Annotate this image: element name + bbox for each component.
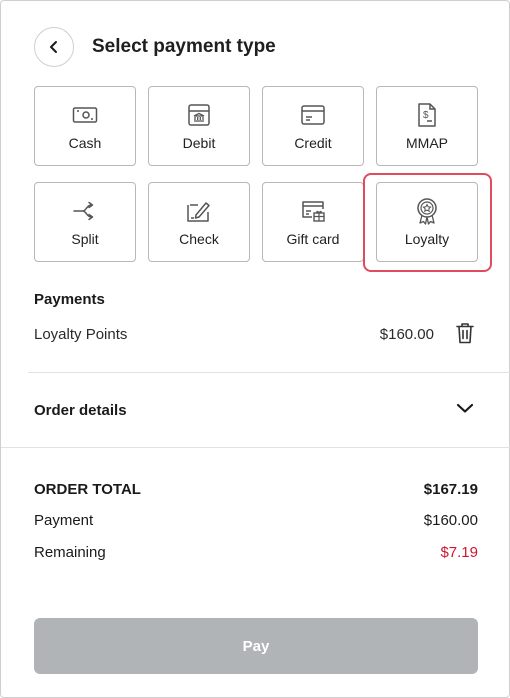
payment-type-label: Cash: [68, 135, 102, 151]
back-button[interactable]: [34, 27, 74, 67]
payment-type-grid: Cash Debit Credit $ MMAP Split Check Gif…: [34, 86, 492, 272]
divider: [28, 372, 510, 373]
payment-amount: $160.00: [379, 325, 434, 343]
bank-card-icon: [185, 101, 213, 129]
svg-text:$: $: [423, 110, 429, 121]
order-total-row: ORDER TOTAL $167.19: [34, 481, 478, 498]
payment-type-label: MMAP: [406, 135, 448, 151]
payment-name: Loyalty Points: [34, 325, 128, 343]
gift-card-icon: [299, 197, 327, 225]
header: Select payment type: [34, 27, 276, 67]
divider: [1, 447, 510, 448]
payment-row: Loyalty Points $160.00: [34, 321, 478, 347]
split-arrows-icon: [71, 197, 99, 225]
payment-total-row: Payment $160.00: [34, 512, 478, 529]
cash-icon: [71, 101, 99, 129]
payment-type-check[interactable]: Check: [148, 182, 250, 262]
remaining-value: $7.19: [440, 544, 478, 561]
payment-type-split[interactable]: Split: [34, 182, 136, 262]
pay-button[interactable]: Pay: [34, 618, 478, 674]
order-details-label: Order details: [34, 401, 127, 419]
check-pen-icon: [185, 197, 213, 225]
payment-type-cash[interactable]: Cash: [34, 86, 136, 166]
payment-type-loyalty[interactable]: Loyalty: [363, 173, 492, 272]
award-badge-icon: [413, 197, 441, 225]
payment-total-label: Payment: [34, 512, 94, 529]
chevron-down-icon: [456, 402, 474, 416]
payment-type-credit[interactable]: Credit: [262, 86, 364, 166]
payment-total-value: $160.00: [423, 512, 478, 529]
remaining-row: Remaining $7.19: [34, 544, 478, 561]
page-title: Select payment type: [92, 36, 276, 57]
payment-type-label: Gift card: [286, 231, 340, 247]
payment-panel: Select payment type Cash Debit Credit $ …: [0, 0, 510, 698]
payment-type-label: Split: [71, 231, 99, 247]
order-total-value: $167.19: [423, 481, 478, 498]
remaining-label: Remaining: [34, 544, 106, 561]
trash-icon[interactable]: [454, 321, 476, 345]
order-details-toggle[interactable]: Order details: [34, 395, 478, 425]
dollar-document-icon: $: [413, 101, 441, 129]
payment-type-label: Debit: [182, 135, 216, 151]
payment-type-mmap[interactable]: $ MMAP: [376, 86, 478, 166]
chevron-left-icon: [48, 40, 60, 54]
order-total-label: ORDER TOTAL: [34, 481, 141, 498]
payment-type-label: Credit: [294, 135, 332, 151]
payment-type-debit[interactable]: Debit: [148, 86, 250, 166]
payment-type-gift-card[interactable]: Gift card: [262, 182, 364, 262]
payment-type-label: Loyalty: [404, 231, 450, 247]
payment-type-label: Check: [179, 231, 219, 247]
payments-heading: Payments: [34, 291, 105, 308]
credit-card-icon: [299, 101, 327, 129]
